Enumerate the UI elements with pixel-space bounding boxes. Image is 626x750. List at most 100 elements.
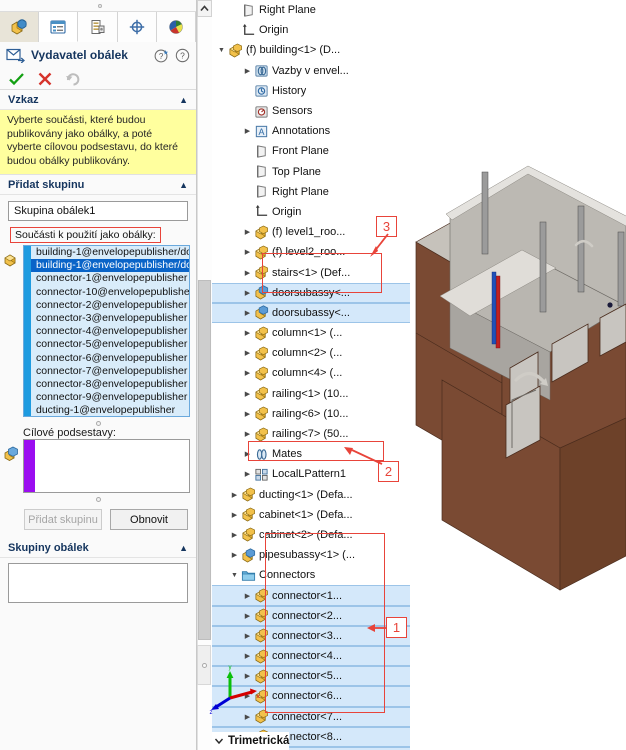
component-list-item[interactable]: building-1@envelopepublisher/do	[24, 259, 189, 273]
chevron-right-icon[interactable]: ▶	[242, 410, 253, 418]
component-list-item[interactable]: connector-3@envelopepublisher	[24, 311, 189, 326]
tree-node[interactable]: ▶ column<4> (...	[212, 363, 410, 383]
tree-node[interactable]: History	[212, 81, 410, 101]
chevron-down-icon[interactable]: ▼	[216, 47, 227, 54]
scrollbar-thumb[interactable]	[198, 280, 211, 640]
tree-node[interactable]: Right Plane	[212, 182, 410, 202]
component-list-item[interactable]: connector-6@envelopepublisher	[24, 351, 189, 365]
chevron-right-icon[interactable]: ▶	[242, 652, 253, 660]
tree-node[interactable]: Sensors	[212, 101, 410, 121]
component-list-item[interactable]: connector-1@envelopepublisher	[24, 272, 189, 286]
chevron-up-icon: ▲	[179, 542, 188, 553]
refresh-button[interactable]: Obnovit	[110, 509, 188, 530]
tab-display-manager[interactable]	[156, 12, 196, 42]
chevron-right-icon[interactable]: ▶	[242, 67, 253, 75]
chevron-right-icon[interactable]: ▶	[242, 349, 253, 357]
view-orientation: Trimetrická	[212, 732, 290, 750]
group-name-input[interactable]	[8, 201, 188, 221]
envelope-publisher-icon	[6, 48, 25, 63]
cancel-icon[interactable]	[37, 71, 53, 87]
tree-node-label: Sensors	[272, 105, 313, 118]
folder-icon	[241, 571, 256, 581]
check-icon[interactable]	[8, 71, 25, 87]
chevron-right-icon[interactable]: ▶	[242, 289, 253, 297]
tree-node-label: railing<1> (10...	[272, 387, 349, 400]
tree-node[interactable]: ▶ Vazby v envel...	[212, 61, 410, 81]
chevron-right-icon[interactable]: ▶	[242, 612, 253, 620]
tree-node[interactable]: Top Plane	[212, 162, 410, 182]
chevron-right-icon[interactable]: ▶	[242, 228, 253, 236]
component-list-item[interactable]: connector-8@envelopepublisher	[24, 377, 189, 392]
tree-node[interactable]: Front Plane	[212, 141, 410, 161]
envelope-groups-listbox[interactable]	[8, 563, 188, 603]
chevron-up-icon: ▲	[179, 94, 188, 105]
tab-configuration-manager[interactable]	[78, 12, 118, 42]
tab-property-manager[interactable]	[0, 12, 40, 42]
component-list-item[interactable]: connector-7@envelopepublisher	[24, 364, 189, 378]
property-manager-scrollbar[interactable]	[197, 0, 212, 750]
component-list-item[interactable]: building-1@envelopepublisher/do	[24, 246, 189, 260]
tree-node[interactable]: ▶ railing<6> (10...	[212, 404, 410, 424]
tree-node[interactable]: ▶ railing<1> (10...	[212, 384, 410, 404]
tree-node[interactable]: ▶ A Annotations	[212, 121, 410, 141]
graphics-viewport[interactable]	[410, 0, 626, 750]
chevron-right-icon[interactable]: ▶	[229, 531, 240, 539]
chevron-right-icon[interactable]: ▶	[229, 511, 240, 519]
tree-node[interactable]: ▼ (f) building<1> (D...	[212, 40, 410, 60]
tree-node-icon-wrap	[240, 3, 257, 18]
scroll-up-button[interactable]	[197, 0, 212, 17]
tree-node[interactable]: ▶ column<1> (...	[212, 323, 410, 343]
add-group-section-header[interactable]: Přidat skupinu ▲	[0, 175, 196, 195]
list-resize-grip[interactable]	[0, 417, 196, 427]
component-list-item[interactable]: connector-4@envelopepublisher	[24, 325, 189, 339]
tree-node-icon-wrap	[240, 568, 257, 583]
tab-dimxpert-manager[interactable]	[117, 12, 157, 42]
tree-node[interactable]: ▶ column<2> (...	[212, 343, 410, 363]
add-group-button[interactable]: Přidat skupinu	[24, 509, 102, 530]
chevron-down-icon[interactable]: ▼	[229, 572, 240, 579]
chevron-right-icon[interactable]: ▶	[242, 632, 253, 640]
chevron-right-icon[interactable]: ▶	[242, 309, 253, 317]
chevron-up-icon	[200, 5, 209, 12]
chevron-right-icon[interactable]: ▶	[242, 269, 253, 277]
component-list-item[interactable]: connector-10@envelopepublisher	[24, 285, 189, 299]
components-listbox[interactable]: building-1@envelopepublisher/do building-…	[23, 245, 190, 417]
property-manager-tabs	[0, 12, 196, 42]
chevron-right-icon[interactable]: ▶	[229, 491, 240, 499]
chevron-right-icon[interactable]: ▶	[242, 127, 253, 135]
message-section-header[interactable]: Vzkaz ▲	[0, 90, 196, 110]
chevron-right-icon[interactable]: ▶	[242, 592, 253, 600]
chevron-right-icon[interactable]: ▶	[242, 329, 253, 337]
tree-node[interactable]: ▶ ducting<1> (Defa...	[212, 485, 410, 505]
property-manager-header: Vydavatel obálek ? ?	[0, 42, 196, 68]
tree-node[interactable]: Right Plane	[212, 0, 410, 20]
property-manager-title: Vydavatel obálek	[31, 48, 128, 62]
chevron-right-icon[interactable]: ▶	[242, 430, 253, 438]
chevron-right-icon[interactable]: ▶	[242, 390, 253, 398]
chevron-down-icon[interactable]	[214, 736, 224, 746]
plane-icon	[244, 3, 253, 17]
component-list-item[interactable]: connector-9@envelopepublisher	[24, 391, 189, 405]
component-list-item[interactable]: connector-2@envelopepublisher	[24, 298, 189, 312]
target-icon	[129, 19, 144, 35]
component-list-item[interactable]: connector-5@envelopepublisher	[24, 338, 189, 352]
target-subassembly-box[interactable]	[23, 439, 190, 493]
chevron-right-icon[interactable]: ▶	[242, 369, 253, 377]
panel-top-splitter[interactable]	[0, 0, 196, 12]
chevron-right-icon[interactable]: ▶	[242, 248, 253, 256]
help-icon[interactable]: ?	[175, 48, 190, 63]
tab-feature-manager[interactable]	[39, 12, 79, 42]
envelope-groups-section-header[interactable]: Skupiny obálek ▲	[0, 538, 196, 558]
help-new-icon[interactable]: ?	[154, 48, 169, 63]
chevron-right-icon[interactable]: ▶	[242, 470, 253, 478]
tree-node-label: LocalLPattern1	[272, 468, 346, 481]
highlight-rect-doorsubassy	[262, 253, 382, 293]
components-list-row: building-1@envelopepublisher/do building-…	[0, 243, 196, 417]
target-resize-grip[interactable]	[0, 493, 196, 503]
chevron-right-icon[interactable]: ▶	[229, 551, 240, 559]
tree-node[interactable]: Origin	[212, 20, 410, 40]
component-list-item[interactable]: ducting-1@envelopepublisher	[24, 404, 189, 416]
tree-node[interactable]: ▶ cabinet<1> (Defa...	[212, 505, 410, 525]
tree-node[interactable]: ▶ doorsubassy<...	[212, 302, 410, 323]
annotations-icon: A	[255, 125, 268, 137]
